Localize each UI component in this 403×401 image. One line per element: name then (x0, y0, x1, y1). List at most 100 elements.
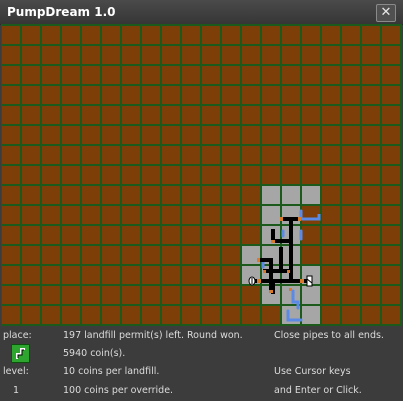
pipe-tool-icon[interactable] (11, 344, 30, 363)
soil-cell[interactable] (222, 186, 240, 204)
soil-cell[interactable] (362, 306, 380, 324)
soil-cell[interactable] (22, 46, 40, 64)
soil-cell[interactable] (342, 86, 360, 104)
soil-cell[interactable] (362, 166, 380, 184)
soil-cell[interactable] (102, 46, 120, 64)
board-grid[interactable] (1, 24, 402, 326)
soil-cell[interactable] (142, 206, 160, 224)
soil-cell[interactable] (382, 166, 400, 184)
soil-cell[interactable] (22, 266, 40, 284)
soil-cell[interactable] (2, 166, 20, 184)
soil-cell[interactable] (42, 26, 60, 44)
soil-cell[interactable] (382, 146, 400, 164)
soil-cell[interactable] (142, 286, 160, 304)
soil-cell[interactable] (222, 126, 240, 144)
soil-cell[interactable] (262, 126, 280, 144)
soil-cell[interactable] (142, 26, 160, 44)
soil-cell[interactable] (202, 226, 220, 244)
soil-cell[interactable] (2, 266, 20, 284)
soil-cell[interactable] (82, 226, 100, 244)
soil-cell[interactable] (62, 26, 80, 44)
soil-cell[interactable] (2, 246, 20, 264)
soil-cell[interactable] (22, 26, 40, 44)
soil-cell[interactable] (302, 86, 320, 104)
soil-cell[interactable] (222, 206, 240, 224)
soil-cell[interactable] (322, 306, 340, 324)
soil-cell[interactable] (202, 86, 220, 104)
soil-cell[interactable] (342, 206, 360, 224)
soil-cell[interactable] (222, 106, 240, 124)
soil-cell[interactable] (242, 66, 260, 84)
soil-cell[interactable] (182, 106, 200, 124)
soil-cell[interactable] (82, 186, 100, 204)
soil-cell[interactable] (382, 186, 400, 204)
soil-cell[interactable] (222, 46, 240, 64)
soil-cell[interactable] (282, 86, 300, 104)
soil-cell[interactable] (202, 246, 220, 264)
soil-cell[interactable] (122, 46, 140, 64)
soil-cell[interactable] (22, 166, 40, 184)
soil-cell[interactable] (222, 26, 240, 44)
landfill-cell[interactable] (262, 186, 280, 204)
soil-cell[interactable] (122, 186, 140, 204)
soil-cell[interactable] (122, 26, 140, 44)
soil-cell[interactable] (202, 66, 220, 84)
soil-cell[interactable] (322, 166, 340, 184)
soil-cell[interactable] (182, 246, 200, 264)
soil-cell[interactable] (142, 246, 160, 264)
soil-cell[interactable] (342, 186, 360, 204)
soil-cell[interactable] (102, 206, 120, 224)
soil-cell[interactable] (142, 306, 160, 324)
soil-cell[interactable] (182, 166, 200, 184)
soil-cell[interactable] (2, 26, 20, 44)
soil-cell[interactable] (262, 86, 280, 104)
soil-cell[interactable] (382, 246, 400, 264)
soil-cell[interactable] (322, 226, 340, 244)
soil-cell[interactable] (182, 146, 200, 164)
soil-cell[interactable] (22, 206, 40, 224)
soil-cell[interactable] (62, 246, 80, 264)
soil-cell[interactable] (22, 126, 40, 144)
soil-cell[interactable] (362, 226, 380, 244)
soil-cell[interactable] (282, 166, 300, 184)
soil-cell[interactable] (222, 286, 240, 304)
soil-cell[interactable] (182, 66, 200, 84)
soil-cell[interactable] (282, 26, 300, 44)
soil-cell[interactable] (262, 66, 280, 84)
soil-cell[interactable] (82, 206, 100, 224)
soil-cell[interactable] (362, 266, 380, 284)
soil-cell[interactable] (322, 266, 340, 284)
soil-cell[interactable] (322, 286, 340, 304)
soil-cell[interactable] (182, 26, 200, 44)
soil-cell[interactable] (182, 86, 200, 104)
soil-cell[interactable] (2, 46, 20, 64)
soil-cell[interactable] (122, 126, 140, 144)
soil-cell[interactable] (22, 286, 40, 304)
soil-cell[interactable] (62, 86, 80, 104)
soil-cell[interactable] (382, 46, 400, 64)
soil-cell[interactable] (382, 306, 400, 324)
soil-cell[interactable] (382, 206, 400, 224)
soil-cell[interactable] (322, 206, 340, 224)
soil-cell[interactable] (142, 46, 160, 64)
soil-cell[interactable] (82, 106, 100, 124)
landfill-cell[interactable] (262, 206, 280, 224)
soil-cell[interactable] (302, 46, 320, 64)
soil-cell[interactable] (42, 266, 60, 284)
soil-cell[interactable] (22, 306, 40, 324)
soil-cell[interactable] (382, 106, 400, 124)
soil-cell[interactable] (162, 66, 180, 84)
soil-cell[interactable] (362, 186, 380, 204)
soil-cell[interactable] (102, 86, 120, 104)
soil-cell[interactable] (62, 126, 80, 144)
soil-cell[interactable] (342, 286, 360, 304)
soil-cell[interactable] (62, 306, 80, 324)
soil-cell[interactable] (42, 226, 60, 244)
soil-cell[interactable] (362, 146, 380, 164)
soil-cell[interactable] (342, 106, 360, 124)
soil-cell[interactable] (282, 126, 300, 144)
soil-cell[interactable] (122, 266, 140, 284)
soil-cell[interactable] (342, 266, 360, 284)
soil-cell[interactable] (42, 286, 60, 304)
soil-cell[interactable] (362, 66, 380, 84)
